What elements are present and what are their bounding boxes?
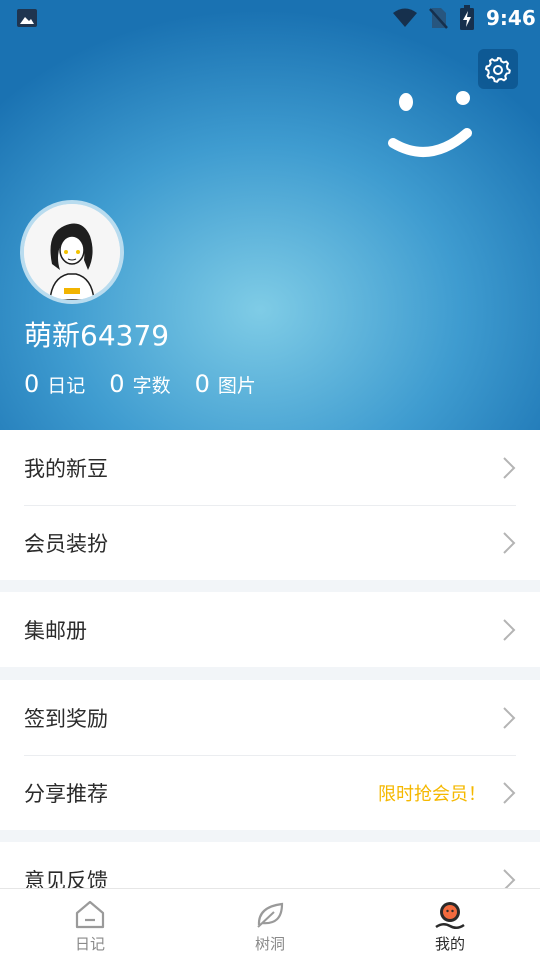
- status-bar: 9:46: [0, 0, 540, 36]
- mine-icon: [435, 902, 465, 929]
- menu-item-member-dressup[interactable]: 会员装扮: [0, 505, 540, 580]
- username: 萌新64379: [24, 319, 170, 352]
- smile-cloud-decoration: [388, 91, 472, 157]
- stat-label: 图片: [217, 375, 256, 397]
- wifi-icon: [393, 8, 417, 27]
- tab-treehole[interactable]: 树洞: [180, 889, 360, 961]
- profile-header: 9:46 萌新64379 0 日记 0 字数 0 图片: [0, 0, 540, 430]
- leaf-icon: [257, 902, 284, 928]
- menu-item-label: 会员装扮: [24, 531, 108, 556]
- chevron-right-icon: [503, 619, 516, 641]
- bottom-tab-bar: 日记 树洞 我的: [0, 888, 540, 961]
- profile-stats: 0 日记 0 字数 0 图片: [24, 370, 256, 398]
- stat-label: 字数: [132, 375, 171, 397]
- menu-section-1: 我的新豆 会员装扮: [0, 430, 540, 580]
- status-time: 9:46: [486, 6, 536, 30]
- menu-item-label: 分享推荐: [24, 781, 108, 806]
- stat-value: 0: [194, 370, 210, 398]
- tab-label: 日记: [74, 935, 105, 953]
- tab-diary[interactable]: 日记: [0, 889, 180, 961]
- menu-item-beans[interactable]: 我的新豆: [0, 430, 540, 505]
- gear-icon: [485, 57, 511, 83]
- chevron-right-icon: [503, 532, 516, 554]
- stat-label: 日记: [47, 375, 86, 397]
- stat-value: 0: [24, 370, 40, 398]
- chevron-right-icon: [503, 457, 516, 479]
- avatar-girl-illustration: [24, 204, 120, 300]
- menu-item-share-recommend[interactable]: 分享推荐 限时抢会员！: [0, 755, 540, 830]
- tab-mine[interactable]: 我的: [360, 889, 540, 961]
- stat-images[interactable]: 0 图片: [195, 370, 256, 398]
- no-sim-icon: [429, 8, 448, 29]
- battery-charging-icon: [460, 5, 474, 30]
- menu-item-label: 集邮册: [24, 618, 87, 643]
- menu-item-label: 我的新豆: [24, 456, 108, 481]
- stat-value: 0: [109, 370, 125, 398]
- menu-section-2: 集邮册: [0, 592, 540, 667]
- stat-diaries[interactable]: 0 日记: [24, 370, 85, 398]
- image-notification-icon: [17, 9, 37, 27]
- settings-button[interactable]: [478, 49, 518, 89]
- menu-item-label: 签到奖励: [24, 706, 108, 731]
- home-icon: [75, 900, 105, 929]
- menu-section-3: 签到奖励 分享推荐 限时抢会员！: [0, 680, 540, 830]
- tab-label: 我的: [434, 935, 465, 953]
- chevron-right-icon: [503, 782, 516, 804]
- promo-text: 限时抢会员！: [378, 783, 486, 805]
- avatar[interactable]: [20, 200, 124, 304]
- tab-label: 树洞: [254, 935, 285, 953]
- menu-item-stamp-album[interactable]: 集邮册: [0, 592, 540, 667]
- menu-item-checkin-reward[interactable]: 签到奖励: [0, 680, 540, 755]
- stat-words[interactable]: 0 字数: [109, 370, 170, 398]
- chevron-right-icon: [503, 707, 516, 729]
